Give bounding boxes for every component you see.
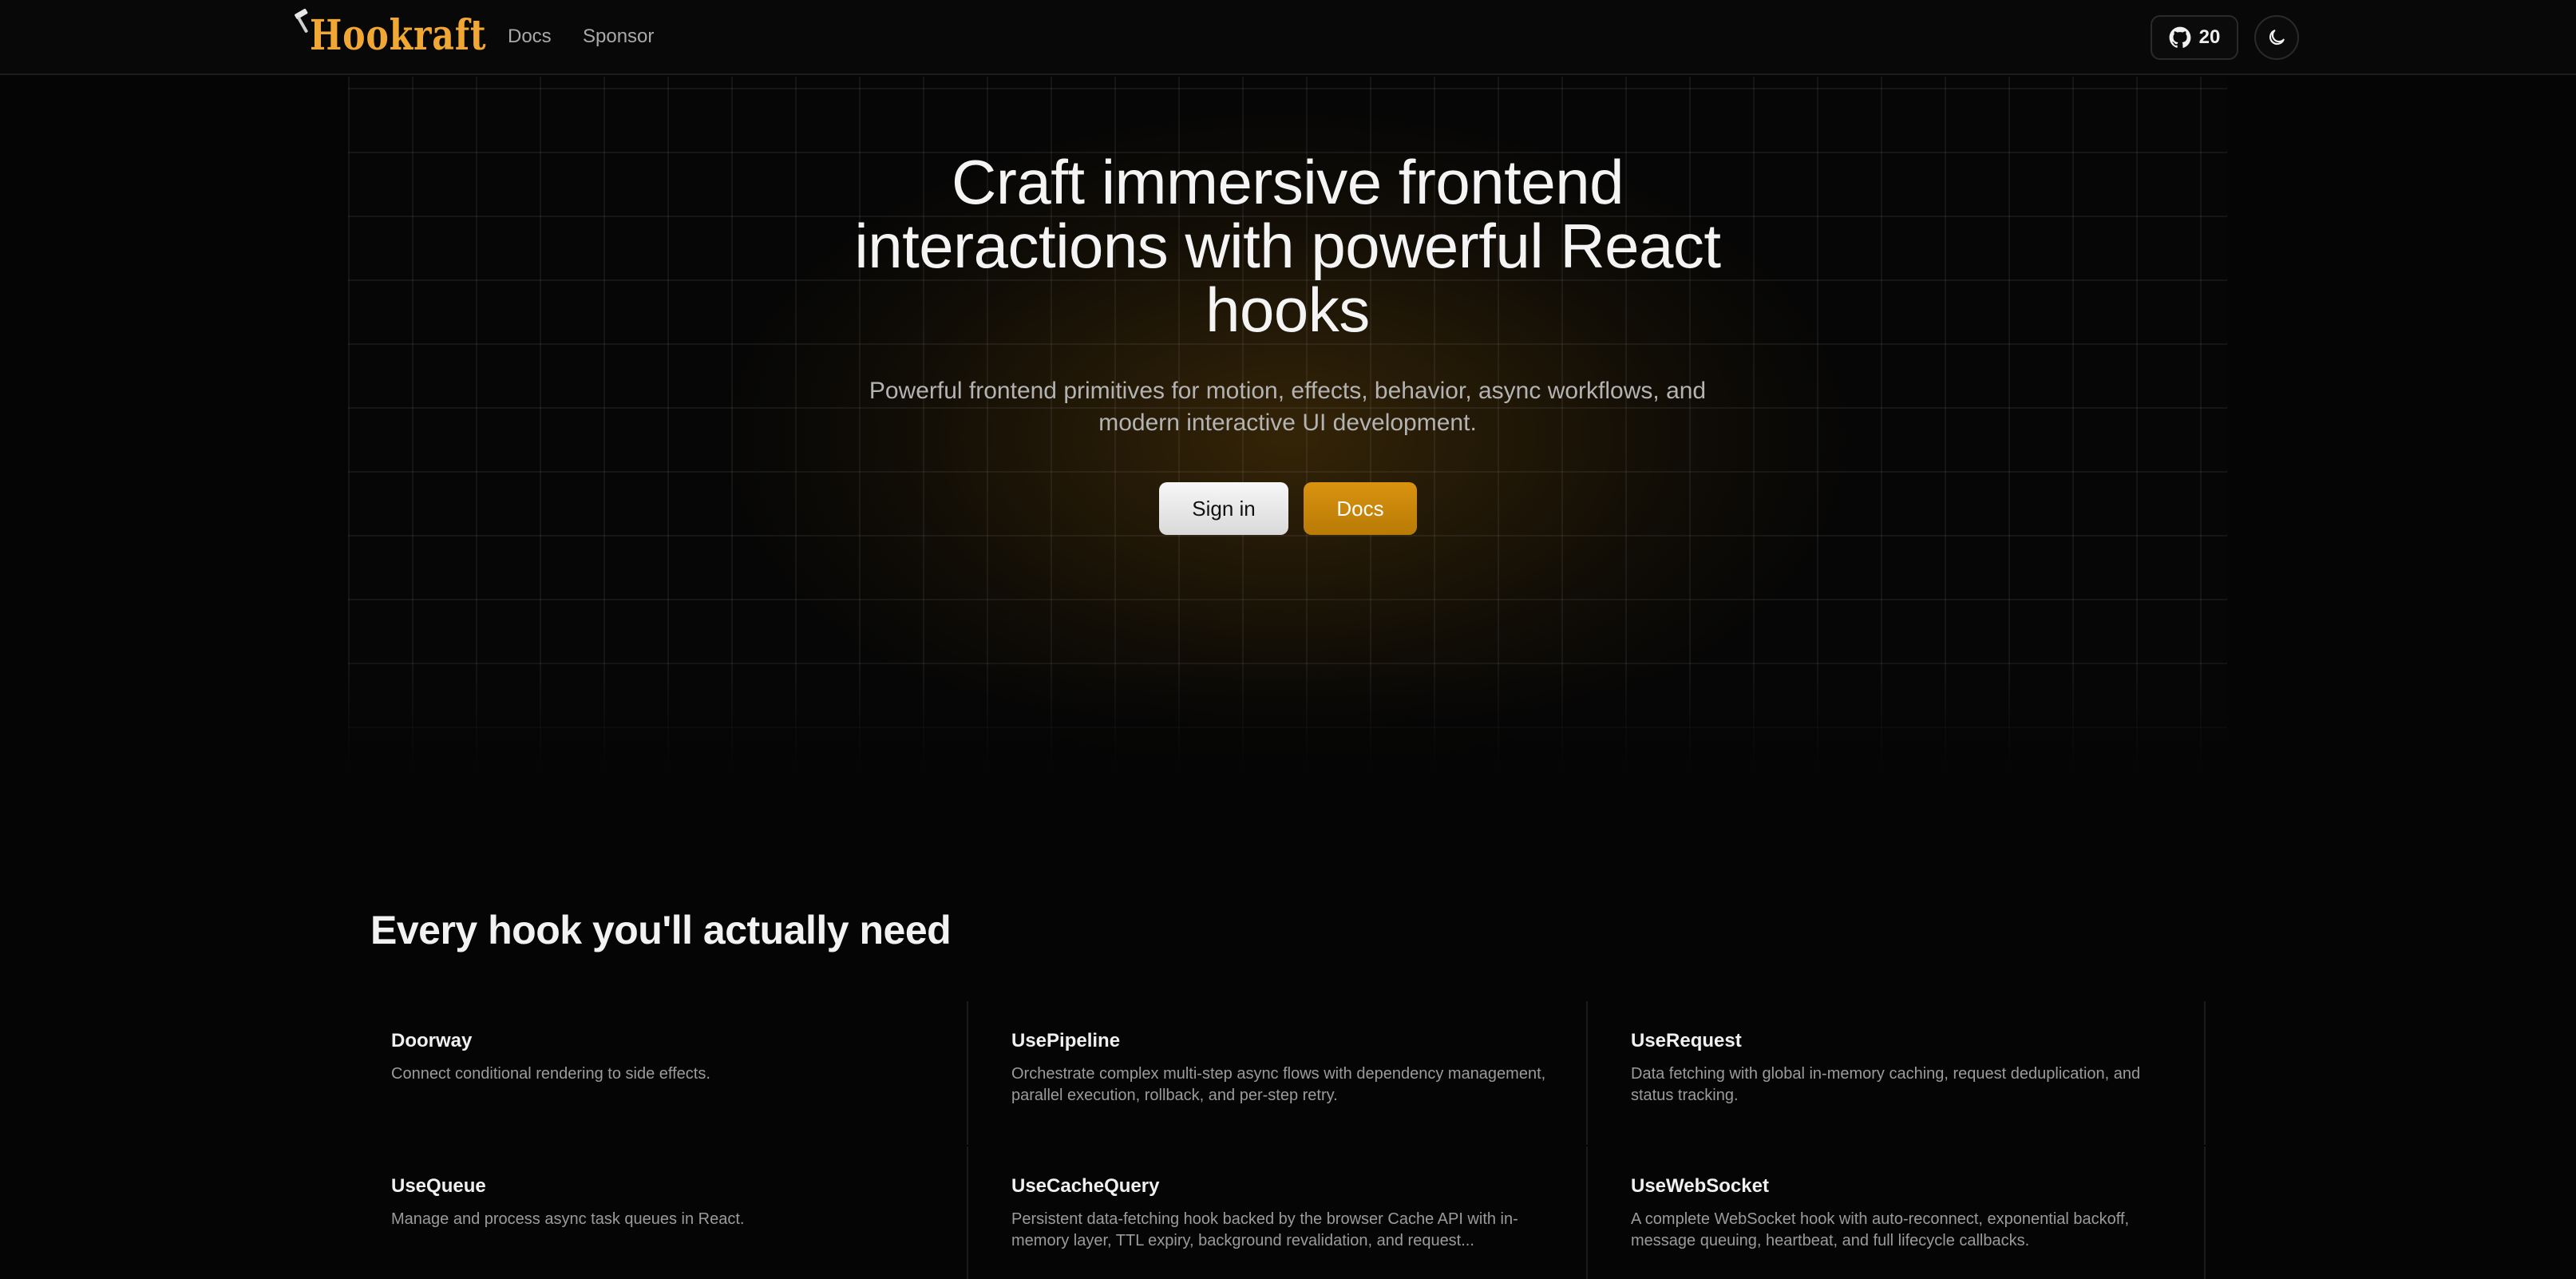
feature-card-title: UseQueue [391,1175,486,1197]
feature-card-description: Orchestrate complex multi-step async flo… [1011,1065,1546,1104]
feature-card-title: Doorway [391,1030,473,1051]
feature-card-usequeue[interactable]: UseQueue Manage and process async task q… [370,1146,990,1279]
github-icon [2169,26,2191,48]
feature-card-title: UseWebSocket [1631,1175,1769,1197]
top-navbar: Hookraft Docs Sponsor 20 [0,0,2576,75]
nav-link-sponsor[interactable]: Sponsor [583,22,654,51]
feature-card-description: Manage and process async task queues in … [391,1210,745,1228]
logo-text: Hookraft [310,11,487,60]
feature-card-userequest[interactable]: UseRequest Data fetching with global in-… [1586,1001,2206,1145]
feature-card-title: UseCacheQuery [1011,1175,1160,1197]
hero-bottom-fade [348,659,2227,771]
feature-card-description: Data fetching with global in-memory cach… [1631,1065,2141,1104]
sign-in-button[interactable]: Sign in [1159,482,1288,535]
moon-icon [2269,30,2285,46]
github-star-count: 20 [2198,26,2221,48]
github-stars-button[interactable]: 20 [2151,15,2238,60]
hero-title-line: interactions with powerful React [854,211,1721,281]
hero-title: Craft immersive frontend interactions wi… [348,150,2227,342]
docs-button[interactable]: Docs [1304,482,1417,535]
hero-title-line: Craft immersive frontend [952,147,1624,217]
feature-card-description: Connect conditional rendering to side ef… [391,1065,710,1083]
feature-card-usewebsocket[interactable]: UseWebSocket A complete WebSocket hook w… [1586,1146,2206,1279]
hero-title-line: hooks [1205,275,1370,345]
feature-card-description: A complete WebSocket hook with auto-reco… [1631,1210,2130,1249]
feature-card-usepipeline[interactable]: UsePipeline Orchestrate complex multi-st… [967,1001,1586,1145]
hero-subtitle-line: Powerful frontend primitives for motion,… [869,378,1707,404]
feature-card-doorway[interactable]: Doorway Connect conditional rendering to… [370,1001,990,1145]
nav-link-docs[interactable]: Docs [508,22,552,51]
feature-card-description: Persistent data-fetching hook backed by … [1011,1210,1518,1249]
feature-card-title: UsePipeline [1011,1030,1121,1051]
hero-subtitle: Powerful frontend primitives for motion,… [348,375,2227,439]
features-grid: Doorway Connect conditional rendering to… [370,1001,2206,1279]
feature-card-title: UseRequest [1631,1030,1742,1051]
brand-logo[interactable]: Hookraft [292,8,525,64]
features-heading: Every hook you'll actually need [370,908,952,952]
theme-toggle-button[interactable] [2254,15,2299,60]
feature-card-usecachequery[interactable]: UseCacheQuery Persistent data-fetching h… [967,1146,1586,1279]
hero-section: Craft immersive frontend interactions wi… [348,77,2227,771]
hero-subtitle-line: modern interactive UI development. [1098,410,1477,436]
